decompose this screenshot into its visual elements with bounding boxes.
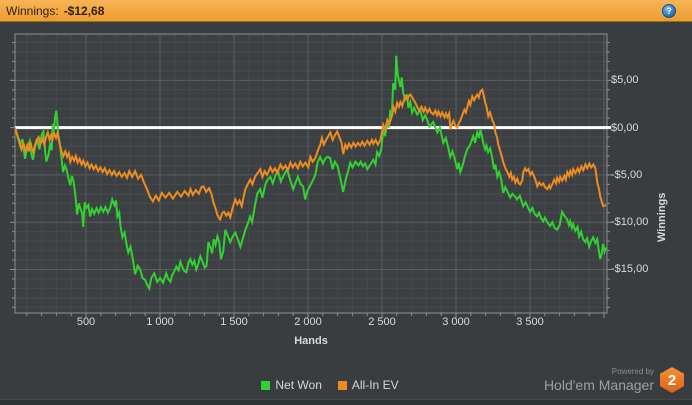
winnings-label: Winnings: — [6, 3, 59, 18]
help-icon[interactable]: ? — [662, 4, 676, 18]
winnings-title-bar: Winnings: -$12,68 — [0, 0, 692, 22]
winnings-chart — [10, 33, 612, 318]
footer-strip — [0, 399, 692, 405]
plot-background — [15, 34, 607, 313]
winnings-value: -$12,68 — [63, 3, 105, 18]
